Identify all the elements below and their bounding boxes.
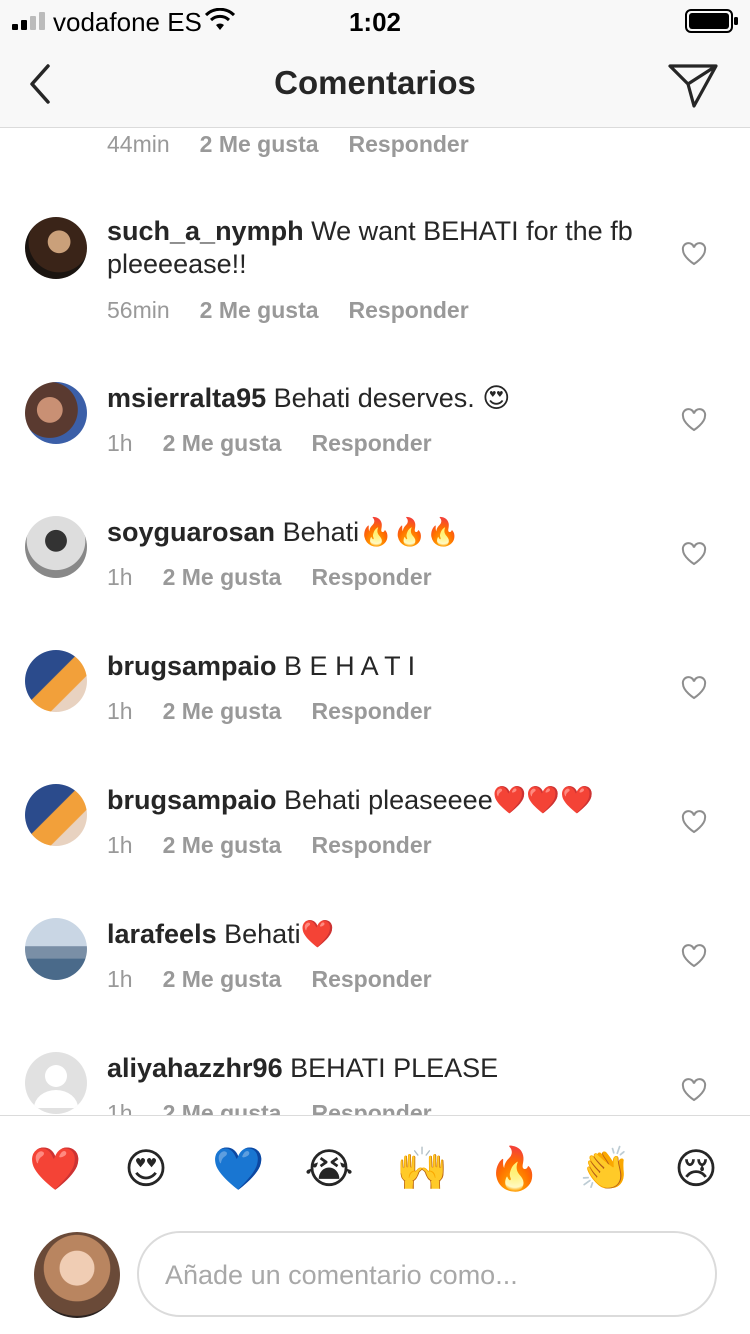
- emoji-quick-bar: ❤️ 😍 💙 😭 🙌 🔥 👏 😢: [0, 1115, 750, 1220]
- heart-outline-icon[interactable]: [681, 408, 707, 432]
- heart-outline-icon[interactable]: [681, 676, 707, 700]
- comment-text: Behati pleaseeee❤️❤️❤️: [284, 785, 594, 815]
- comment-meta: 1h 2 Me gusta Responder: [107, 430, 462, 457]
- reply-button[interactable]: Responder: [311, 832, 431, 858]
- reply-button[interactable]: Responder: [349, 131, 469, 157]
- comment-text-block: brugsampaio Behati pleaseeee❤️❤️❤️: [107, 784, 647, 817]
- comments-list[interactable]: 44min 2 Me gusta Responder such_a_nymph We…: [0, 129, 750, 1115]
- avatar[interactable]: [25, 784, 87, 846]
- paper-plane-icon[interactable]: [666, 60, 720, 110]
- comment-meta: 1h 2 Me gusta Responder: [107, 832, 462, 859]
- comment-meta: 56min 2 Me gusta Responder: [107, 297, 499, 324]
- reply-button[interactable]: Responder: [311, 698, 431, 724]
- emoji-heart-eyes[interactable]: 😍: [121, 1144, 171, 1194]
- emoji-crying-face[interactable]: 😢: [671, 1144, 721, 1194]
- reply-button[interactable]: Responder: [349, 297, 469, 323]
- reply-button[interactable]: Responder: [311, 430, 431, 456]
- comment-username[interactable]: larafeels: [107, 919, 217, 949]
- comment-time: 56min: [107, 297, 170, 323]
- like-count-button[interactable]: 2 Me gusta: [200, 131, 319, 157]
- comment-meta: 44min 2 Me gusta Responder: [107, 131, 499, 158]
- reply-button[interactable]: Responder: [311, 1100, 431, 1115]
- comment-time: 1h: [107, 966, 133, 992]
- like-count-button[interactable]: 2 Me gusta: [163, 430, 282, 456]
- comment-username[interactable]: brugsampaio: [107, 651, 277, 681]
- reply-button[interactable]: Responder: [311, 564, 431, 590]
- like-count-button[interactable]: 2 Me gusta: [163, 832, 282, 858]
- current-user-avatar: [34, 1232, 120, 1318]
- comment-username[interactable]: soyguarosan: [107, 517, 275, 547]
- emoji-clapping-hands[interactable]: 👏: [579, 1144, 631, 1194]
- comment-time: 1h: [107, 430, 133, 456]
- comment-time: 44min: [107, 131, 170, 157]
- like-count-button[interactable]: 2 Me gusta: [163, 1100, 282, 1115]
- avatar[interactable]: [25, 918, 87, 980]
- comment-text-block: brugsampaio B E H A T I: [107, 650, 647, 683]
- emoji-red-heart[interactable]: ❤️: [29, 1144, 81, 1194]
- comment-meta: 1h 2 Me gusta Responder: [107, 564, 462, 591]
- comment-text-block: msierralta95 Behati deserves. 😍: [107, 382, 647, 415]
- comment-text-block: larafeels Behati❤️: [107, 918, 647, 951]
- avatar[interactable]: [25, 516, 87, 578]
- comment-text: BEHATI PLEASE: [290, 1053, 499, 1083]
- default-avatar-icon: [34, 1065, 78, 1108]
- like-count-button[interactable]: 2 Me gusta: [163, 966, 282, 992]
- emoji-raising-hands[interactable]: 🙌: [396, 1144, 448, 1194]
- heart-outline-icon[interactable]: [681, 810, 707, 834]
- emoji-blue-heart[interactable]: 💙: [212, 1144, 264, 1194]
- status-time: 1:02: [348, 7, 402, 37]
- heart-outline-icon[interactable]: [681, 1078, 707, 1102]
- comment-time: 1h: [107, 564, 133, 590]
- navigation-bar: Comentarios: [0, 40, 750, 128]
- status-bar: vodafone ES 1:02: [0, 0, 750, 40]
- comment-text-block: such_a_nymph We want BEHATI for the fb p…: [107, 215, 647, 281]
- like-count-button[interactable]: 2 Me gusta: [163, 698, 282, 724]
- comment-composer: [0, 1220, 750, 1334]
- comment-input[interactable]: [165, 1253, 685, 1297]
- comment-text-block: aliyahazzhr96 BEHATI PLEASE: [107, 1052, 647, 1085]
- heart-outline-icon[interactable]: [681, 242, 707, 266]
- page-title: Comentarios: [274, 64, 476, 101]
- comment-meta: 1h 2 Me gusta Responder: [107, 1100, 462, 1115]
- comment-time: 1h: [107, 1100, 133, 1115]
- comment-text: Behati deserves. 😍: [273, 383, 511, 413]
- avatar[interactable]: [25, 650, 87, 712]
- heart-outline-icon[interactable]: [681, 542, 707, 566]
- comment-username[interactable]: brugsampaio: [107, 785, 277, 815]
- comment-time: 1h: [107, 832, 133, 858]
- reply-button[interactable]: Responder: [311, 966, 431, 992]
- avatar[interactable]: [25, 217, 87, 279]
- battery-icon: [685, 9, 738, 33]
- avatar[interactable]: [25, 1052, 87, 1114]
- like-count-button[interactable]: 2 Me gusta: [163, 564, 282, 590]
- comment-text-block: soyguarosan Behati🔥🔥🔥: [107, 516, 647, 549]
- comment-username[interactable]: msierralta95: [107, 383, 266, 413]
- comment-time: 1h: [107, 698, 133, 724]
- heart-outline-icon[interactable]: [681, 944, 707, 968]
- emoji-loudly-crying[interactable]: 😭: [304, 1144, 354, 1194]
- emoji-fire[interactable]: 🔥: [488, 1144, 540, 1194]
- comment-input-container[interactable]: [137, 1231, 717, 1317]
- comment-text: Behati🔥🔥🔥: [282, 517, 460, 547]
- comment-username[interactable]: such_a_nymph: [107, 216, 304, 246]
- avatar[interactable]: [25, 382, 87, 444]
- comment-text: B E H A T I: [284, 651, 416, 681]
- comment-meta: 1h 2 Me gusta Responder: [107, 966, 462, 993]
- comment-text: Behati❤️: [224, 919, 335, 949]
- comment-meta: 1h 2 Me gusta Responder: [107, 698, 462, 725]
- like-count-button[interactable]: 2 Me gusta: [200, 297, 319, 323]
- comment-username[interactable]: aliyahazzhr96: [107, 1053, 283, 1083]
